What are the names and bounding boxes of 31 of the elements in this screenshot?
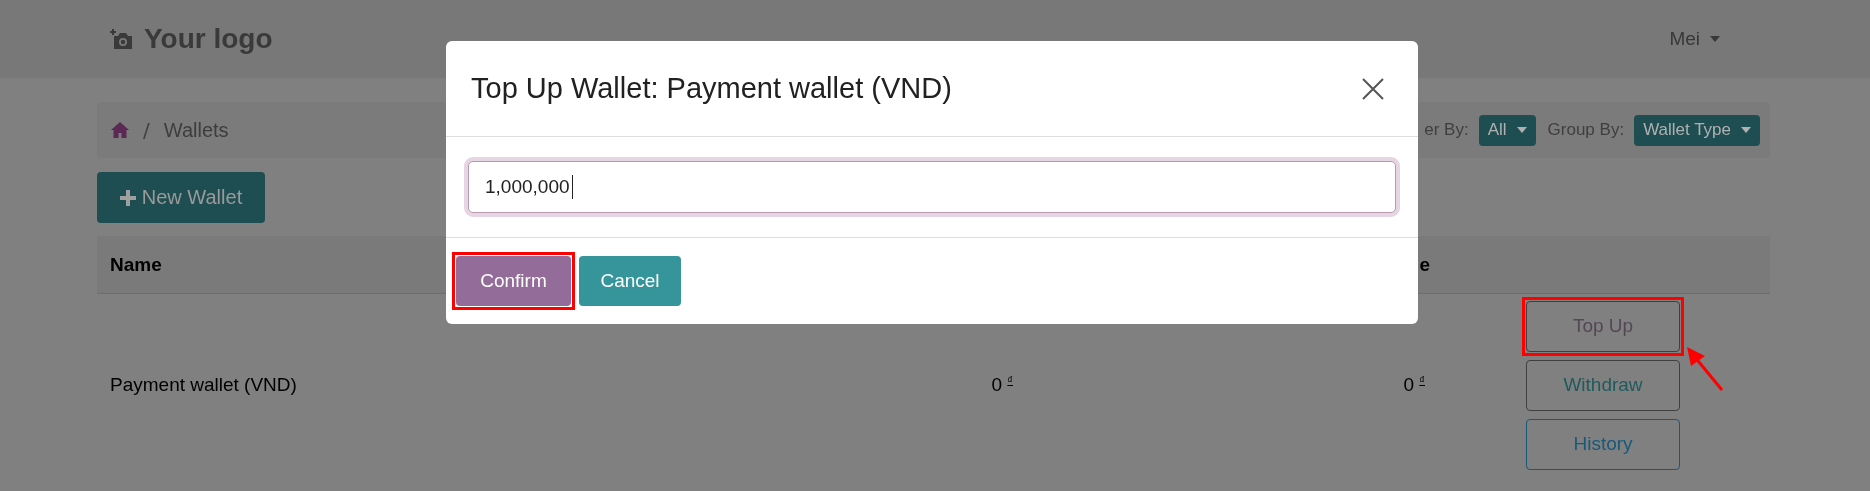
table-cell: Payment wallet (VND)	[110, 374, 297, 395]
caret-icon	[1516, 127, 1527, 133]
amount-field[interactable]: 1,000,000	[468, 161, 1396, 213]
breadcrumb-separator: /	[143, 118, 150, 142]
table-cell: 0 $^{₫}$	[1403, 374, 1425, 396]
caret-icon	[1741, 127, 1751, 133]
plus-icon	[119, 189, 136, 206]
breadcrumb-link[interactable]: Wallets	[163, 118, 229, 142]
close-button[interactable]	[1362, 77, 1384, 100]
table-cell: 0 $^{₫}$	[991, 374, 1013, 396]
new-wallet-button[interactable]: New Wallet	[97, 172, 265, 223]
annotation-arrow	[1685, 345, 1725, 392]
camera-icon	[110, 28, 134, 50]
row-action-button[interactable]: Withdraw	[1526, 359, 1680, 411]
logo-text: Your logo	[144, 23, 273, 55]
row-action-button[interactable]: Top Up	[1526, 300, 1680, 352]
home-icon	[111, 122, 129, 138]
close-icon	[1362, 77, 1384, 100]
cancel-button[interactable]: Cancel	[579, 256, 681, 306]
user-menu[interactable]: Mei	[1669, 28, 1720, 50]
filter-dropdown[interactable]: Wallet Type	[1634, 114, 1760, 146]
confirm-button[interactable]: Confirm	[456, 256, 571, 306]
dialog-title: Top Up Wallet: Payment wallet (VND)	[471, 72, 952, 105]
filter-label: Group By:	[1547, 120, 1625, 140]
text-cursor	[572, 175, 574, 199]
column-header: e	[1419, 253, 1430, 275]
filter-label: er By:	[1424, 120, 1469, 140]
caret-icon	[1710, 36, 1720, 42]
row-action-button[interactable]: History	[1526, 418, 1680, 470]
column-header: Name	[110, 253, 162, 275]
filter-dropdown[interactable]: All	[1478, 114, 1536, 146]
